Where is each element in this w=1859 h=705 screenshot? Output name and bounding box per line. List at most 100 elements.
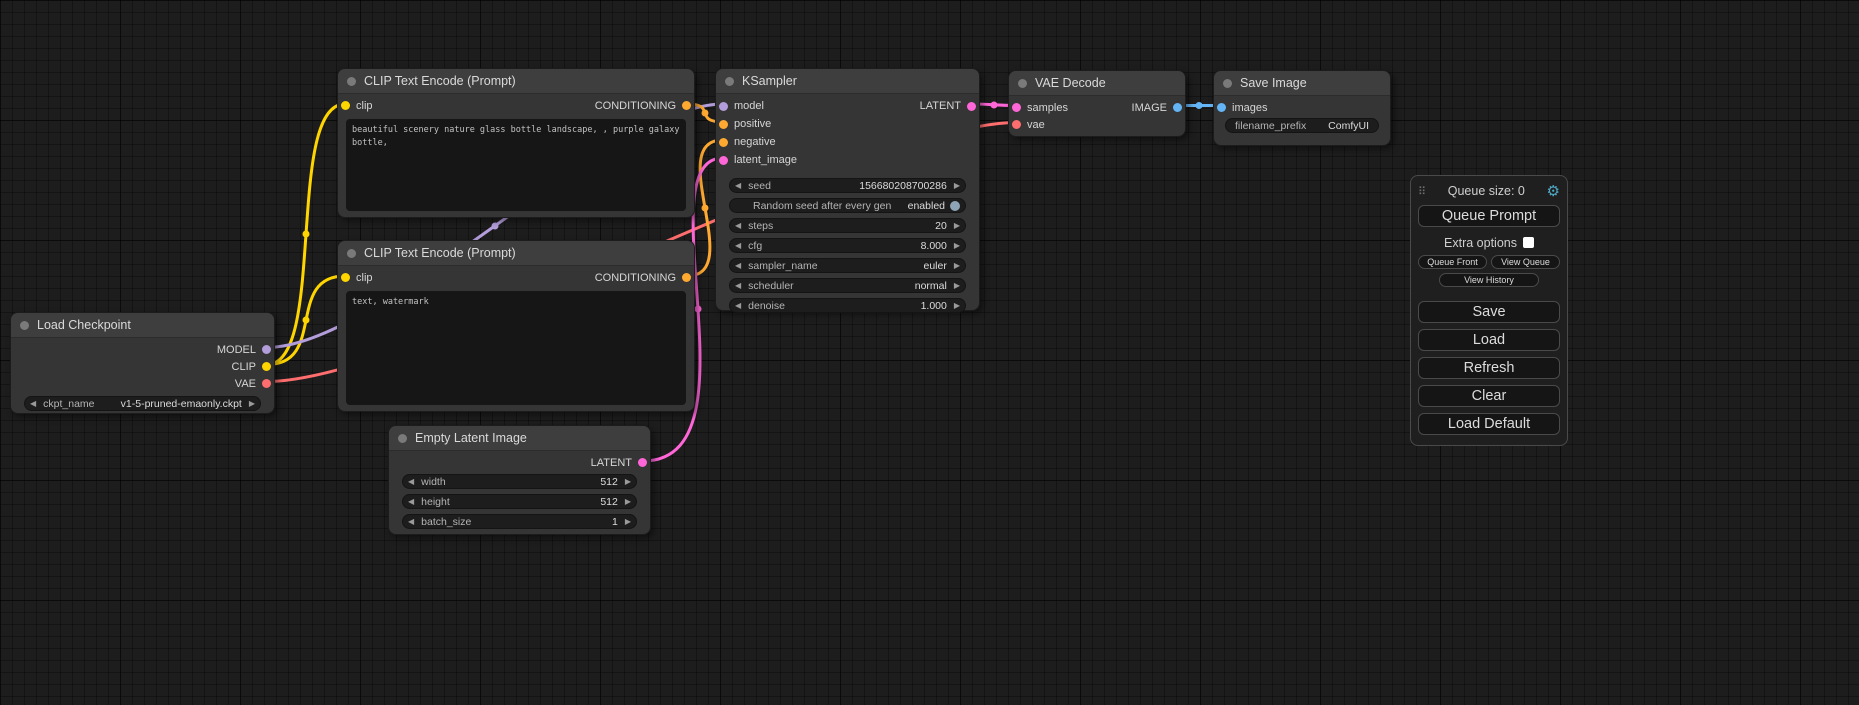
- input-slot-model[interactable]: model: [716, 97, 764, 115]
- widget-seed[interactable]: ◀ seed 156680208700286 ▶: [729, 178, 966, 193]
- input-slot-vae[interactable]: vae: [1009, 116, 1045, 133]
- input-slot-samples[interactable]: samples: [1009, 99, 1068, 116]
- node-clip-text-encode-negative[interactable]: CLIP Text Encode (Prompt) clip CONDITION…: [337, 240, 695, 412]
- decrement-arrow-icon[interactable]: ◀: [735, 242, 741, 250]
- view-history-button[interactable]: View History: [1439, 273, 1538, 287]
- increment-arrow-icon[interactable]: ▶: [954, 262, 960, 270]
- extra-options-checkbox[interactable]: [1523, 237, 1534, 248]
- save-button[interactable]: Save: [1418, 301, 1560, 323]
- widget-steps[interactable]: ◀ steps 20 ▶: [729, 218, 966, 233]
- link-midpoint-dot[interactable]: [303, 231, 310, 238]
- clip-slot-dot[interactable]: [341, 273, 350, 282]
- output-slot-model[interactable]: MODEL: [217, 341, 274, 358]
- node-titlebar[interactable]: Load Checkpoint: [11, 313, 274, 338]
- collapse-dot-icon[interactable]: [1223, 79, 1232, 88]
- node-clip-text-encode-positive[interactable]: CLIP Text Encode (Prompt) clip CONDITION…: [337, 68, 695, 218]
- widget-cfg[interactable]: ◀ cfg 8.000 ▶: [729, 238, 966, 253]
- toggle-knob-icon[interactable]: [950, 201, 960, 211]
- latent-slot-dot[interactable]: [967, 102, 976, 111]
- widget-denoise[interactable]: ◀ denoise 1.000 ▶: [729, 298, 966, 313]
- model-slot-dot[interactable]: [262, 345, 271, 354]
- widget-filename-prefix[interactable]: filename_prefix ComfyUI: [1225, 118, 1379, 133]
- decrement-arrow-icon[interactable]: ◀: [408, 518, 414, 526]
- settings-gear-icon[interactable]: ⚙: [1547, 184, 1560, 199]
- decrement-arrow-icon[interactable]: ◀: [30, 400, 36, 408]
- node-titlebar[interactable]: CLIP Text Encode (Prompt): [338, 69, 694, 94]
- increment-arrow-icon[interactable]: ▶: [625, 518, 631, 526]
- collapse-dot-icon[interactable]: [20, 321, 29, 330]
- drag-handle-icon[interactable]: ⠿: [1418, 185, 1426, 198]
- graph-canvas[interactable]: Load Checkpoint MODEL CLIP VAE: [0, 0, 1859, 705]
- clip-slot-dot[interactable]: [262, 362, 271, 371]
- widget-height[interactable]: ◀ height 512 ▶: [402, 494, 637, 509]
- load-default-button[interactable]: Load Default: [1418, 413, 1560, 435]
- output-slot-latent[interactable]: LATENT: [591, 454, 650, 471]
- model-slot-dot[interactable]: [719, 102, 728, 111]
- link-midpoint-dot[interactable]: [991, 102, 998, 109]
- collapse-dot-icon[interactable]: [347, 77, 356, 86]
- positive-prompt-textarea[interactable]: beautiful scenery nature glass bottle la…: [346, 119, 686, 211]
- image-slot-dot[interactable]: [1173, 103, 1182, 112]
- increment-arrow-icon[interactable]: ▶: [625, 498, 631, 506]
- link-midpoint-dot[interactable]: [1196, 102, 1203, 109]
- input-slot-latent-image[interactable]: latent_image: [716, 151, 797, 169]
- vae-slot-dot[interactable]: [1012, 120, 1021, 129]
- vae-slot-dot[interactable]: [262, 379, 271, 388]
- node-titlebar[interactable]: KSampler: [716, 69, 979, 94]
- input-slot-images[interactable]: images: [1214, 99, 1267, 116]
- node-titlebar[interactable]: CLIP Text Encode (Prompt): [338, 241, 694, 266]
- output-slot-conditioning[interactable]: CONDITIONING: [595, 97, 694, 114]
- link-midpoint-dot[interactable]: [492, 223, 499, 230]
- node-titlebar[interactable]: Save Image: [1214, 71, 1390, 96]
- increment-arrow-icon[interactable]: ▶: [954, 302, 960, 310]
- image-slot-dot[interactable]: [1217, 103, 1226, 112]
- link-midpoint-dot[interactable]: [695, 306, 702, 313]
- node-load-checkpoint[interactable]: Load Checkpoint MODEL CLIP VAE: [10, 312, 275, 414]
- collapse-dot-icon[interactable]: [347, 249, 356, 258]
- decrement-arrow-icon[interactable]: ◀: [735, 182, 741, 190]
- load-button[interactable]: Load: [1418, 329, 1560, 351]
- increment-arrow-icon[interactable]: ▶: [954, 222, 960, 230]
- widget-sampler-name[interactable]: ◀ sampler_name euler ▶: [729, 258, 966, 273]
- node-titlebar[interactable]: VAE Decode: [1009, 71, 1185, 96]
- view-queue-button[interactable]: View Queue: [1491, 255, 1560, 269]
- increment-arrow-icon[interactable]: ▶: [625, 478, 631, 486]
- collapse-dot-icon[interactable]: [398, 434, 407, 443]
- output-slot-image[interactable]: IMAGE: [1132, 99, 1185, 116]
- clear-button[interactable]: Clear: [1418, 385, 1560, 407]
- latent-slot-dot[interactable]: [1012, 103, 1021, 112]
- widget-ckpt-name[interactable]: ◀ ckpt_name v1-5-pruned-emaonly.ckpt ▶: [24, 396, 261, 411]
- output-slot-conditioning[interactable]: CONDITIONING: [595, 269, 694, 286]
- node-titlebar[interactable]: Empty Latent Image: [389, 426, 650, 451]
- link-midpoint-dot[interactable]: [702, 110, 709, 117]
- input-slot-negative[interactable]: negative: [716, 133, 776, 151]
- refresh-button[interactable]: Refresh: [1418, 357, 1560, 379]
- decrement-arrow-icon[interactable]: ◀: [735, 222, 741, 230]
- widget-scheduler[interactable]: ◀ scheduler normal ▶: [729, 278, 966, 293]
- node-empty-latent-image[interactable]: Empty Latent Image LATENT ◀ width 512 ▶ …: [388, 425, 651, 535]
- queue-front-button[interactable]: Queue Front: [1418, 255, 1487, 269]
- latent-slot-dot[interactable]: [719, 156, 728, 165]
- decrement-arrow-icon[interactable]: ◀: [735, 262, 741, 270]
- increment-arrow-icon[interactable]: ▶: [249, 400, 255, 408]
- conditioning-slot-dot[interactable]: [682, 273, 691, 282]
- latent-slot-dot[interactable]: [638, 458, 647, 467]
- conditioning-slot-dot[interactable]: [719, 138, 728, 147]
- collapse-dot-icon[interactable]: [725, 77, 734, 86]
- node-save-image[interactable]: Save Image images filename_prefix ComfyU…: [1213, 70, 1391, 146]
- output-slot-vae[interactable]: VAE: [235, 375, 274, 392]
- increment-arrow-icon[interactable]: ▶: [954, 242, 960, 250]
- input-slot-clip[interactable]: clip: [338, 97, 373, 114]
- link-midpoint-dot[interactable]: [702, 205, 709, 212]
- conditioning-slot-dot[interactable]: [719, 120, 728, 129]
- output-slot-clip[interactable]: CLIP: [232, 358, 274, 375]
- decrement-arrow-icon[interactable]: ◀: [735, 302, 741, 310]
- input-slot-positive[interactable]: positive: [716, 115, 771, 133]
- widget-width[interactable]: ◀ width 512 ▶: [402, 474, 637, 489]
- decrement-arrow-icon[interactable]: ◀: [408, 498, 414, 506]
- output-slot-latent[interactable]: LATENT: [920, 97, 979, 115]
- widget-random-seed-toggle[interactable]: Random seed after every gen enabled: [729, 198, 966, 213]
- decrement-arrow-icon[interactable]: ◀: [735, 282, 741, 290]
- increment-arrow-icon[interactable]: ▶: [954, 282, 960, 290]
- increment-arrow-icon[interactable]: ▶: [954, 182, 960, 190]
